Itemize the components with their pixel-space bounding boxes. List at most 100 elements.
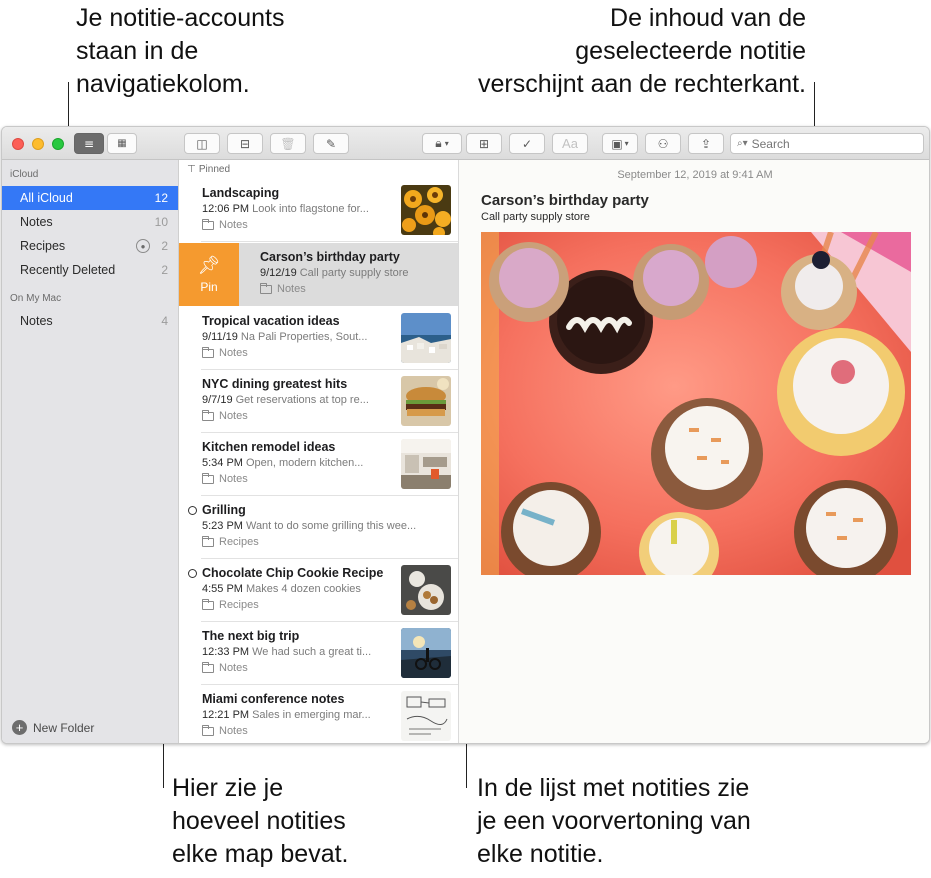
media-button[interactable]: ▣ ▾ (602, 133, 638, 154)
search-field[interactable]: ⌕▾ (730, 133, 924, 154)
note-body-text[interactable]: Call party supply store (481, 211, 590, 223)
sidebar-item-mac-notes[interactable]: Notes 4 (2, 309, 178, 333)
note-preview: 12:06 PM Look into flagstone for... (202, 203, 392, 215)
list-item[interactable]: Chocolate Chip Cookie Recipe 4:55 PM Make… (179, 559, 458, 622)
note-time: 5:23 PM (202, 520, 243, 532)
note-folder: Notes (260, 282, 306, 295)
note-time: 9/7/19 (202, 394, 233, 406)
note-heading[interactable]: Carson’s birthday party (481, 192, 649, 209)
list-view-button[interactable]: ≡ (74, 133, 104, 154)
search-input[interactable] (751, 136, 902, 151)
callout-accounts: Je notitie-accounts staan in de navigati… (76, 4, 285, 98)
list-item-selected[interactable]: 📌︎ Pin Carson’s birthday party 9/12/19 Ca… (179, 243, 458, 306)
list-item[interactable]: NYC dining greatest hits 9/7/19 Get reser… (179, 370, 458, 433)
callout-folder-counts: Hier zie je hoeveel notities elke map be… (172, 774, 349, 868)
note-folder: Notes (202, 472, 248, 485)
shared-folder-icon (202, 535, 214, 547)
minimize-window-button[interactable] (32, 138, 44, 150)
sidebar-item-recipes[interactable]: Recipes ● 2 (2, 234, 178, 258)
note-date: September 12, 2019 at 9:41 AM (617, 169, 773, 181)
note-time: 12:06 PM (202, 203, 250, 215)
note-folder-label: Recipes (219, 599, 259, 611)
folder-icon (202, 724, 214, 736)
note-preview: 12:33 PM We had such a great ti... (202, 646, 392, 658)
note-folder: Notes (202, 724, 248, 737)
note-snippet: Call party supply store (299, 267, 409, 279)
attachments-browser-button[interactable]: ⊟ (227, 133, 263, 154)
format-button[interactable]: Aa (552, 133, 588, 154)
cupcakes-photo[interactable] (481, 232, 911, 575)
note-folder-label: Recipes (219, 536, 259, 548)
note-snippet: Want to do some grilling this wee... (245, 520, 417, 532)
note-folder: Notes (202, 346, 248, 359)
lock-button[interactable]: 🔒︎ ▾ (422, 133, 462, 154)
pin-icon: 📌︎ (197, 254, 221, 276)
add-people-icon: ⚇ (657, 136, 669, 151)
note-folder-label: Notes (277, 283, 306, 295)
compose-icon: ✎ (325, 136, 337, 151)
trash-icon: 🗑 (280, 136, 296, 151)
note-title: Grilling (202, 503, 246, 517)
note-thumbnail (401, 691, 451, 741)
note-snippet: Na Pali Properties, Sout... (240, 331, 368, 343)
note-title: Chocolate Chip Cookie Recipe (202, 566, 384, 580)
note-thumbnail (401, 376, 451, 426)
checklist-button[interactable]: ✓ (509, 133, 545, 154)
note-time: 9/12/19 (260, 267, 297, 279)
sketch-image (401, 691, 451, 741)
sidebar-item-recently-deleted[interactable]: Recently Deleted 2 (2, 258, 178, 282)
note-time: 9/11/19 (202, 331, 238, 343)
gallery-view-button[interactable]: ▦ (107, 133, 137, 154)
list-item[interactable]: Kitchen remodel ideas 5:34 PM Open, moder… (179, 433, 458, 496)
pin-icon: ⊤ (187, 164, 199, 175)
note-thumbnail (401, 628, 451, 678)
list-item[interactable]: The next big trip 12:33 PM We had such a … (179, 622, 458, 685)
list-item[interactable]: Grilling 5:23 PM Want to do some grilling… (179, 496, 458, 559)
new-note-button[interactable]: ✎ (313, 133, 349, 154)
note-folder-label: Notes (219, 662, 248, 674)
search-icon: ⌕▾ (737, 138, 748, 149)
kitchen-image (401, 439, 451, 489)
add-people-button[interactable]: ⚇ (645, 133, 681, 154)
note-preview: 9/12/19 Call party supply store (260, 267, 450, 279)
pin-action-label: Pin (200, 279, 218, 294)
folder-count: 2 (161, 263, 168, 277)
folder-count: 10 (154, 215, 168, 229)
burger-image (401, 376, 451, 426)
folder-icon (202, 218, 214, 230)
note-time: 4:55 PM (202, 583, 243, 595)
new-folder-button[interactable]: + New Folder (12, 720, 94, 735)
table-button[interactable]: ⊞ (466, 133, 502, 154)
delete-button[interactable]: 🗑 (270, 133, 306, 154)
note-thumbnail (401, 185, 451, 235)
sidebar-item-label: Notes (20, 314, 53, 328)
sidebar-item-all-icloud[interactable]: All iCloud 12 (2, 186, 178, 210)
zoom-window-button[interactable] (52, 138, 64, 150)
checkmark-circle-icon: ✓ (521, 136, 533, 151)
lock-icon: 🔒︎ (435, 136, 442, 150)
list-item[interactable]: Tropical vacation ideas 9/11/19 Na Pali P… (179, 307, 458, 370)
close-window-button[interactable] (12, 138, 24, 150)
pin-action-button[interactable]: 📌︎ Pin (179, 243, 239, 306)
note-snippet: We had such a great ti... (252, 646, 372, 658)
note-folder-label: Notes (219, 347, 248, 359)
folder-icon (202, 409, 214, 421)
divider (201, 241, 458, 242)
sidebar-item-notes[interactable]: Notes 10 (2, 210, 178, 234)
sidebar-section-on-my-mac: On My Mac (10, 293, 62, 304)
coast-image (401, 313, 451, 363)
bike-image (401, 628, 451, 678)
note-title: Miami conference notes (202, 692, 345, 706)
note-folder-label: Notes (219, 410, 248, 422)
note-thumbnail (401, 565, 451, 615)
sidebar-icon: ◫ (196, 136, 208, 151)
notes-window: ≡ ▦ ◫ ⊟ 🗑 ✎ 🔒︎ ▾ ⊞ ✓ Aa ▣ ▾ ⚇ ⇪ ⌕▾ Searc… (1, 126, 930, 744)
note-snippet: Open, modern kitchen... (245, 457, 364, 469)
sidebar-item-label: Notes (20, 215, 53, 229)
list-item[interactable]: Miami conference notes 12:21 PM Sales in … (179, 685, 458, 743)
list-item[interactable]: Landscaping 12:06 PM Look into flagstone … (179, 179, 458, 242)
sidebar-toggle-button[interactable]: ◫ (184, 133, 220, 154)
share-button[interactable]: ⇪ (688, 133, 724, 154)
note-preview: 9/11/19 Na Pali Properties, Sout... (202, 331, 392, 343)
folder-count: 4 (161, 314, 168, 328)
